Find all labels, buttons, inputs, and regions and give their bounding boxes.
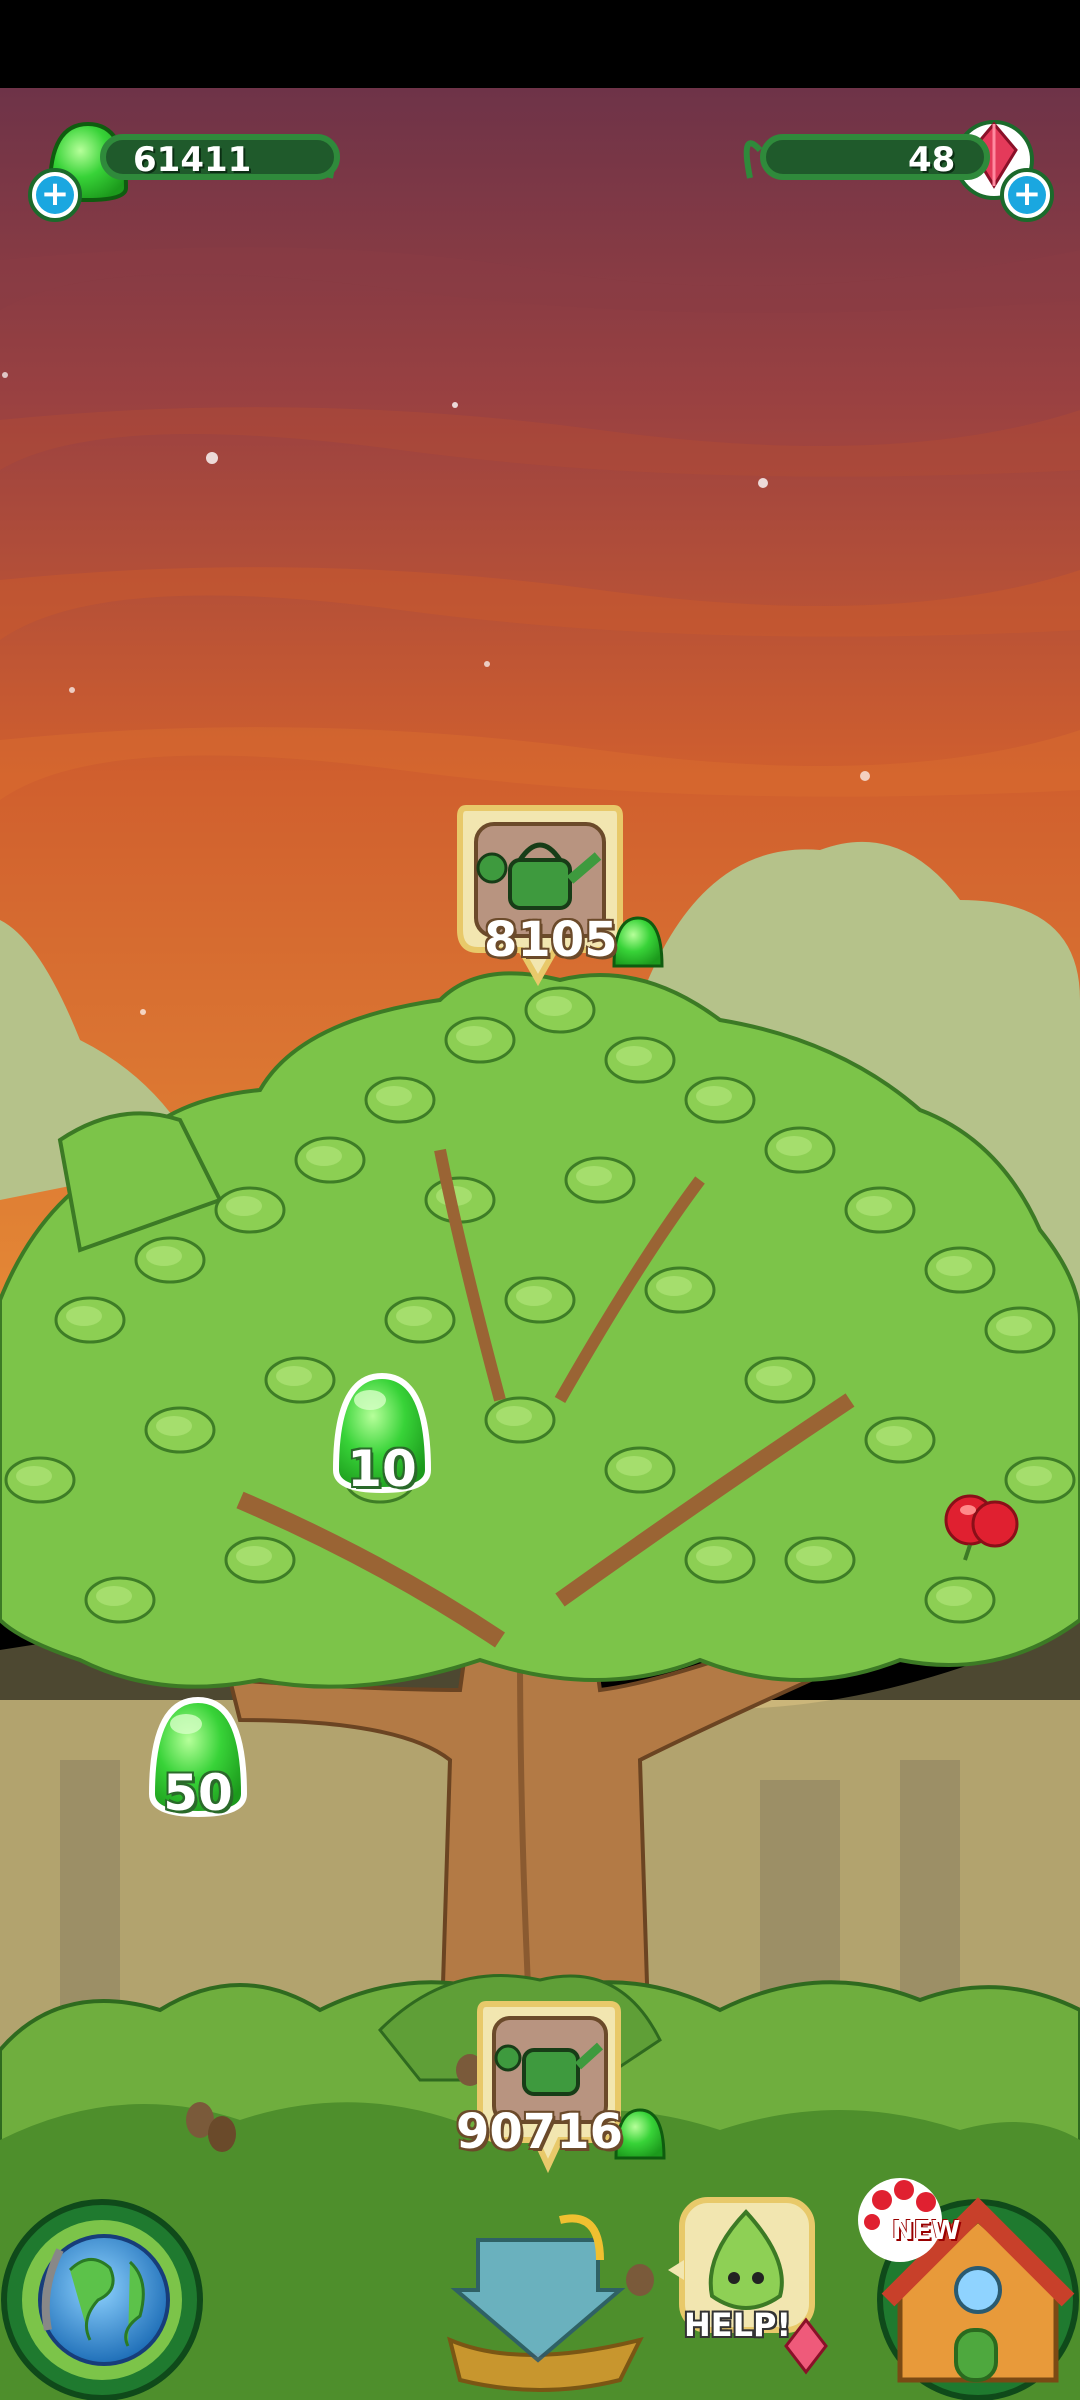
gumdrop-count: 61411 <box>133 140 252 180</box>
top-upgrade-cost: 8105 <box>484 912 618 968</box>
new-badge-label: NEW <box>892 2216 961 2246</box>
gem-counter-bar <box>760 134 990 180</box>
drop-value-50: 50 <box>163 1764 233 1822</box>
add-gumdrops-button[interactable]: + <box>28 168 82 222</box>
bottom-upgrade-cost: 90716 <box>456 2104 623 2160</box>
gem-counter: 48 <box>740 120 1020 200</box>
plus-icon: + <box>1008 176 1046 214</box>
game-scene <box>0 0 1080 2400</box>
globe-button[interactable] <box>1 2199 203 2400</box>
help-label: HELP! <box>684 2306 792 2344</box>
globe-icon <box>38 2234 170 2366</box>
drop-value-10: 10 <box>347 1440 417 1498</box>
add-gems-button[interactable]: + <box>1000 168 1054 222</box>
gem-count: 48 <box>908 140 956 180</box>
plus-icon: + <box>36 176 74 214</box>
gumdrop-icon <box>612 916 664 968</box>
gumdrop-icon <box>614 2108 666 2160</box>
